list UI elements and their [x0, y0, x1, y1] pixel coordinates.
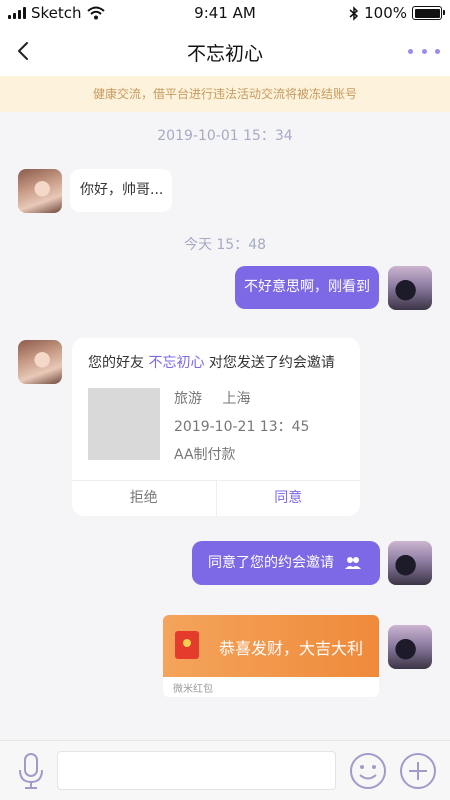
- couple-icon: [345, 557, 361, 569]
- back-chevron-icon[interactable]: [12, 38, 36, 64]
- message-timestamp: 今天 15：48: [183, 237, 267, 253]
- reject-button[interactable]: 拒绝: [72, 481, 217, 516]
- friend-avatar[interactable]: [18, 340, 62, 384]
- invitation-datetime: 2019-10-21 13：45: [174, 419, 310, 435]
- bluetooth-icon: [349, 5, 359, 21]
- red-packet-label: 微米红包: [173, 684, 213, 695]
- plus-icon[interactable]: [398, 751, 438, 791]
- red-packet-greeting: 恭喜发财，大吉大利: [219, 639, 364, 658]
- invitation-activity: 旅游 上海: [174, 388, 250, 408]
- my-avatar[interactable]: [388, 541, 432, 585]
- invitation-image-placeholder: [88, 388, 160, 460]
- invitation-prefix: 您的好友: [88, 355, 144, 371]
- status-bar: Sketch 9:41 AM 100%: [0, 0, 450, 26]
- chat-input-bar: [0, 740, 450, 800]
- microphone-icon[interactable]: [14, 751, 48, 791]
- agree-button[interactable]: 同意: [217, 481, 361, 516]
- friend-avatar[interactable]: [18, 169, 62, 213]
- more-dots-icon[interactable]: [408, 43, 440, 59]
- navigation-bar: 不忘初心: [0, 26, 450, 76]
- my-avatar[interactable]: [388, 266, 432, 310]
- message-input[interactable]: [57, 751, 336, 790]
- incoming-message-bubble: 你好，帅哥...: [70, 169, 172, 212]
- invitation-payment: AA制付款: [174, 447, 236, 463]
- battery-percent: 100%: [364, 4, 407, 22]
- red-packet-message[interactable]: 恭喜发财，大吉大利 微米红包: [163, 615, 379, 697]
- red-packet-icon: [175, 631, 199, 659]
- accepted-invite-text: 同意了您的约会邀请: [208, 555, 334, 571]
- message-timestamp: 2019-10-01 15：34: [157, 128, 293, 144]
- city-label: 上海: [222, 391, 251, 407]
- red-packet-body: 恭喜发财，大吉大利: [163, 615, 379, 677]
- outgoing-message-bubble: 不好意思啊，刚看到: [235, 266, 379, 309]
- invitation-suffix: 对您发送了约会邀请: [208, 355, 335, 371]
- outgoing-message-bubble: 同意了您的约会邀请: [192, 541, 380, 585]
- battery-icon: [412, 6, 445, 20]
- activity-label: 旅游: [174, 391, 202, 407]
- battery-level: [414, 8, 440, 18]
- emoji-icon[interactable]: [348, 751, 388, 791]
- page-title: 不忘初心: [186, 43, 263, 65]
- warning-notice: 健康交流，借平台进行违法活动交流将被冻结账号: [0, 76, 450, 112]
- invitation-header: 您的好友 不忘初心 对您发送了约会邀请: [88, 352, 335, 372]
- my-avatar[interactable]: [388, 625, 432, 669]
- date-invitation-card: 您的好友 不忘初心 对您发送了约会邀请 旅游 上海 2019-10-21 13：…: [72, 338, 360, 516]
- friend-name-link[interactable]: 不忘初心: [148, 355, 204, 371]
- invitation-actions: 拒绝 同意: [72, 480, 360, 516]
